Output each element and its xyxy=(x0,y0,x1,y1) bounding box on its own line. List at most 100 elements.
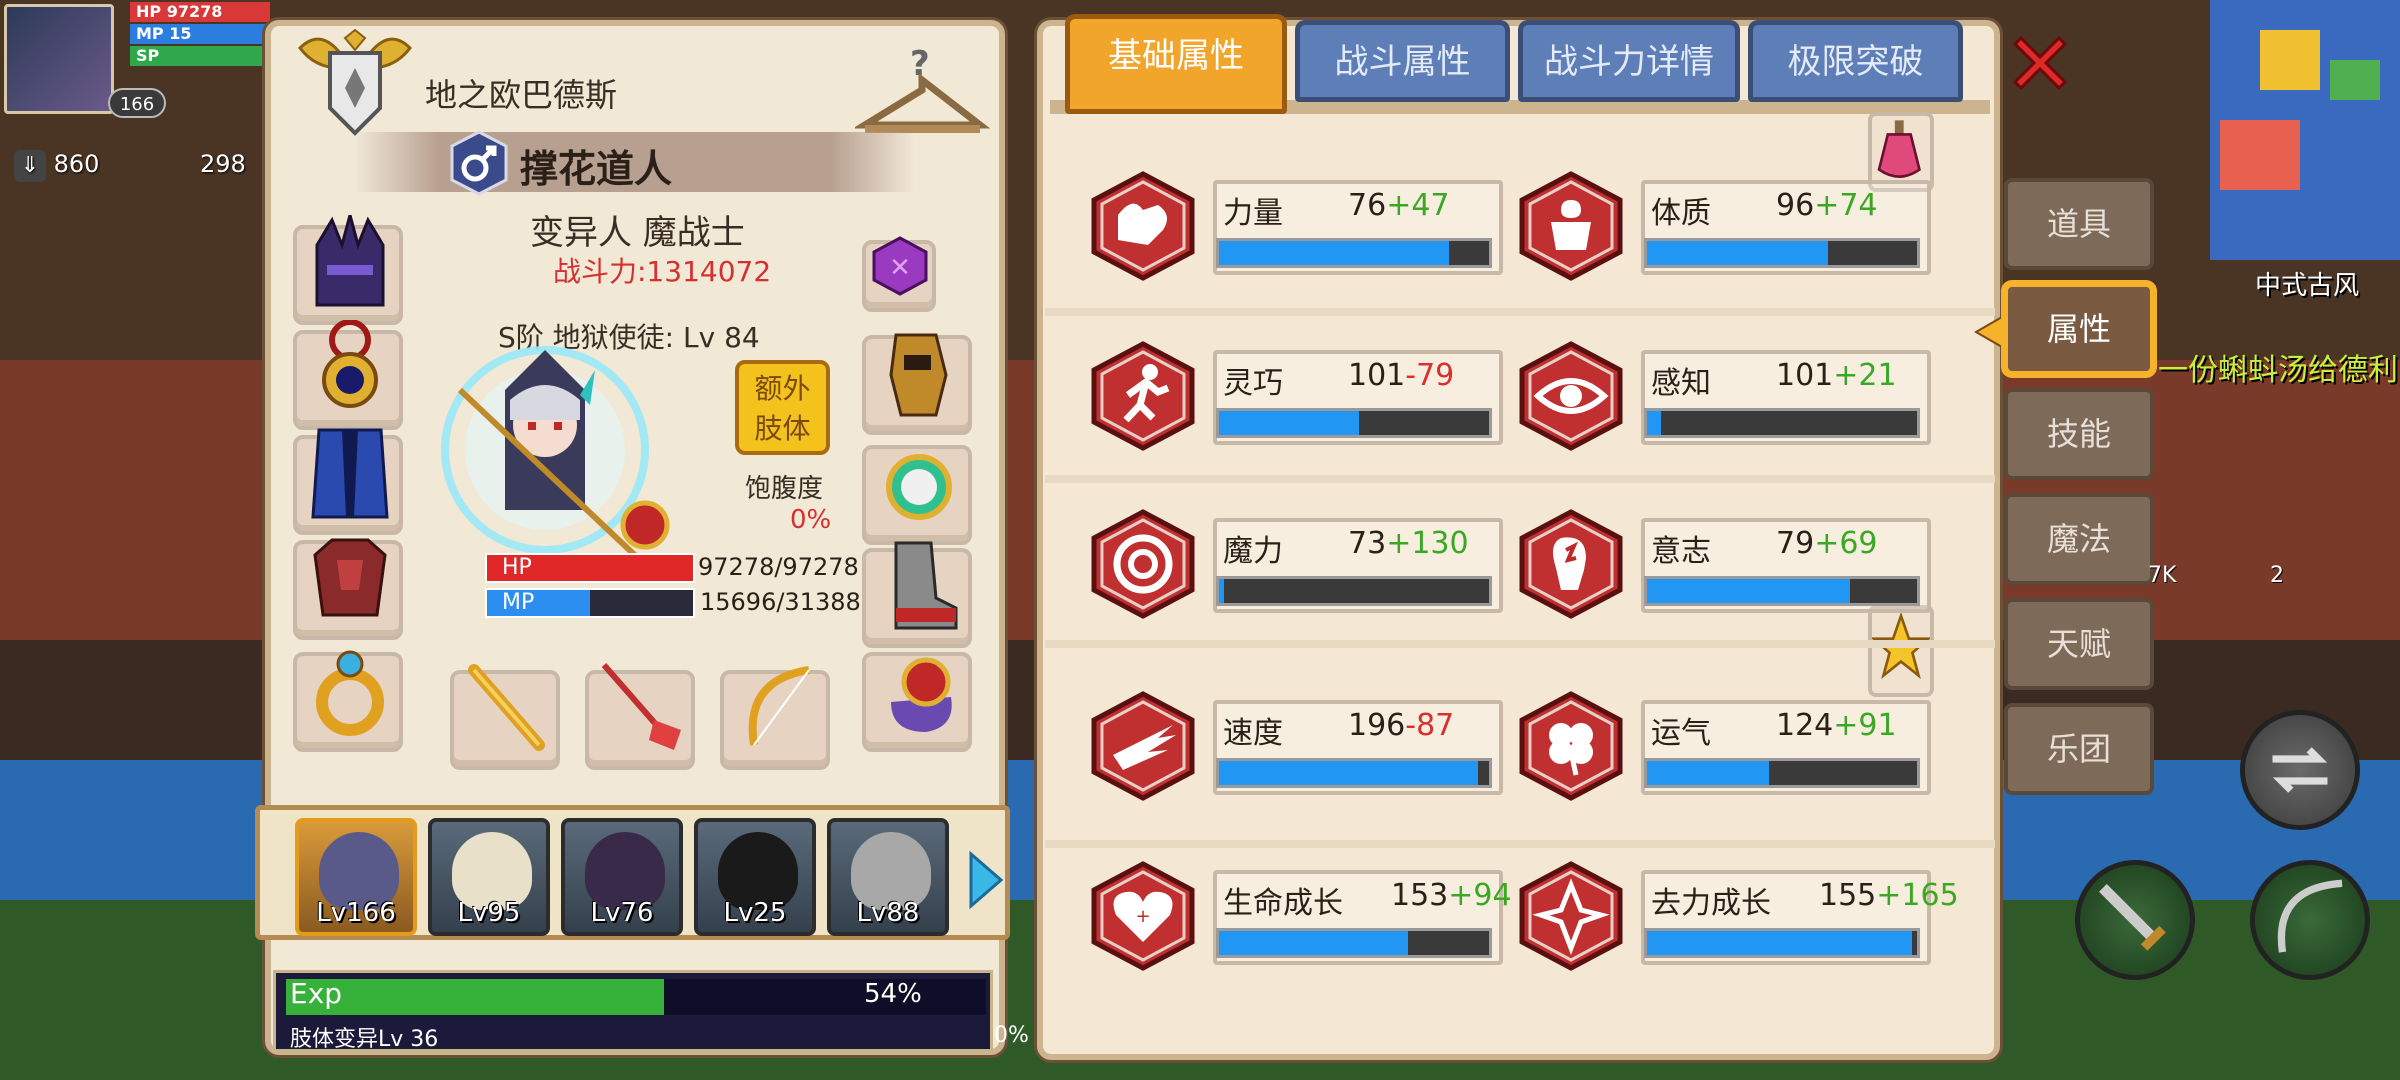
gold-ring-icon xyxy=(316,650,384,736)
party-member-level: Lv166 xyxy=(316,898,396,928)
equip-slot-spear[interactable] xyxy=(585,663,695,770)
stat-progress-fill xyxy=(1647,411,1661,435)
exp-label: Exp xyxy=(290,977,343,1010)
stat-3[interactable]: 灵巧 101-79 xyxy=(1088,340,1508,451)
down-arrow-icon: ⇓ xyxy=(14,150,46,182)
party-member-3[interactable]: Lv76 xyxy=(561,818,683,936)
hud-hp-bar: HP 97278 xyxy=(130,2,270,22)
party-member-level: Lv25 xyxy=(723,898,787,928)
stat-bonus-value: +94 xyxy=(1448,878,1512,913)
stat-name: 速度 xyxy=(1223,716,1283,751)
equip-slot-cloak[interactable] xyxy=(293,428,403,535)
eye-icon xyxy=(1519,341,1623,451)
stat-base-value: 101 xyxy=(1776,358,1834,393)
side-tab-talents[interactable]: 天赋 xyxy=(2004,598,2154,690)
stat-base-value: 124 xyxy=(1776,708,1834,743)
stat-6[interactable]: 意志 79+69 xyxy=(1516,508,1936,619)
extra-limb-button[interactable]: 额外肢体 xyxy=(735,360,830,455)
party-member-1[interactable]: Lv166 xyxy=(295,818,417,936)
exp-bar-fill xyxy=(286,979,664,1015)
exp-percent: 54% xyxy=(864,979,922,1009)
stat-10[interactable]: 去力成长 155+165 xyxy=(1516,860,1959,971)
hud-stat-right[interactable]: 298 xyxy=(200,150,246,178)
side-tab-band[interactable]: 乐团 xyxy=(2004,703,2154,795)
stat-7[interactable]: 速度 196-87 xyxy=(1088,690,1508,801)
hud-mp-bar: MP 15 xyxy=(130,24,270,44)
stat-bonus-value: +130 xyxy=(1386,526,1469,561)
player-hud[interactable]: HP 97278 MP 15 SP 166 ⇓ 860 298 xyxy=(0,0,270,200)
equip-slot-armor[interactable] xyxy=(293,538,403,640)
body-icon xyxy=(1519,171,1623,281)
stat-9[interactable]: + 生命成长 153+94 xyxy=(1088,860,1512,971)
hud-stat-left-value: 860 xyxy=(53,150,100,178)
purple-rune-icon: ✕ xyxy=(872,236,928,296)
arm-icon xyxy=(1091,171,1195,281)
close-icon[interactable] xyxy=(2005,28,2075,98)
stat-base-value: 76 xyxy=(1348,188,1387,223)
stat-progress-fill xyxy=(1219,411,1360,435)
equip-slot-gloves[interactable] xyxy=(862,333,972,435)
party-next-arrow-icon[interactable] xyxy=(965,850,1005,910)
tab-combat-attributes[interactable]: 战斗属性 xyxy=(1295,20,1510,102)
side-tab-items[interactable]: 道具 xyxy=(2004,178,2154,270)
stat-4[interactable]: 感知 101+21 xyxy=(1516,340,1936,451)
tab-basic-attributes[interactable]: 基础属性 xyxy=(1065,14,1287,114)
player-avatar[interactable] xyxy=(4,4,114,114)
equip-slot-boots[interactable] xyxy=(862,541,972,648)
stat-progress-fill xyxy=(1647,931,1912,955)
stat-progress-fill xyxy=(1219,761,1479,785)
tab-limit-break[interactable]: 极限突破 xyxy=(1748,20,1963,102)
hud-sp-label: SP xyxy=(136,46,160,65)
equip-slot-staff[interactable] xyxy=(450,664,560,770)
side-tab-attributes[interactable]: 属性 xyxy=(2004,283,2154,375)
stat-progress-bar xyxy=(1644,928,1920,958)
equip-slot-bow[interactable] xyxy=(720,666,830,770)
stat-bonus-value: +74 xyxy=(1814,188,1878,223)
gem-count: 2 xyxy=(2270,563,2284,588)
party-member-2[interactable]: Lv95 xyxy=(428,818,550,936)
mp-bar: MP xyxy=(485,588,695,618)
equip-slot-amulet[interactable] xyxy=(293,320,403,430)
stat-bonus-value: -87 xyxy=(1405,708,1455,743)
melee-attack-button[interactable] xyxy=(2075,860,2195,980)
party-member-4[interactable]: Lv25 xyxy=(694,818,816,936)
ranged-attack-button[interactable] xyxy=(2250,860,2370,980)
stat-name: 体质 xyxy=(1651,196,1711,231)
equip-slot-helmet[interactable] xyxy=(293,215,403,325)
stat-progress-fill xyxy=(1219,579,1225,603)
stat-bonus-value: +91 xyxy=(1833,708,1897,743)
stat-2[interactable]: 体质 96+74 xyxy=(1516,170,1936,281)
wardrobe-hanger-icon[interactable]: ? xyxy=(855,45,990,140)
svg-text:+: + xyxy=(1135,906,1150,927)
hud-stat-left[interactable]: ⇓ 860 xyxy=(14,150,99,182)
head-icon xyxy=(1519,509,1623,619)
equip-slot-ring[interactable] xyxy=(293,650,403,752)
stat-progress-fill xyxy=(1219,931,1408,955)
stat-progress-bar xyxy=(1216,758,1492,788)
side-tab-skills[interactable]: 技能 xyxy=(2004,388,2154,480)
stat-name: 运气 xyxy=(1651,716,1711,751)
stat-progress-bar xyxy=(1216,408,1492,438)
stat-progress-bar xyxy=(1644,758,1920,788)
swap-button[interactable] xyxy=(2240,710,2360,830)
stat-5[interactable]: 魔力 73+130 xyxy=(1088,508,1508,619)
clover-icon xyxy=(1519,691,1623,801)
equip-slot-orb[interactable] xyxy=(862,652,972,752)
equip-slot-mirror[interactable] xyxy=(862,445,972,545)
favorite-star-button[interactable] xyxy=(1868,605,1934,697)
equip-slot-rune[interactable]: ✕ xyxy=(862,236,936,312)
tab-power-details[interactable]: 战斗力详情 xyxy=(1518,20,1740,102)
satiety-label: 饱腹度 xyxy=(745,474,824,504)
row-divider xyxy=(1045,475,1995,483)
mirror-icon xyxy=(886,454,952,520)
stat-progress-bar xyxy=(1216,576,1492,606)
stat-value: 196-87 xyxy=(1348,708,1454,743)
svg-text:✕: ✕ xyxy=(889,253,911,283)
stat-progress-bar xyxy=(1644,408,1920,438)
stat-base-value: 79 xyxy=(1776,526,1815,561)
stat-1[interactable]: 力量 76+47 xyxy=(1088,170,1508,281)
stat-8[interactable]: 运气 124+91 xyxy=(1516,690,1936,801)
side-tab-magic[interactable]: 魔法 xyxy=(2004,493,2154,585)
mutation-percent: 0% xyxy=(994,1023,1029,1048)
party-member-5[interactable]: Lv88 xyxy=(827,818,949,936)
